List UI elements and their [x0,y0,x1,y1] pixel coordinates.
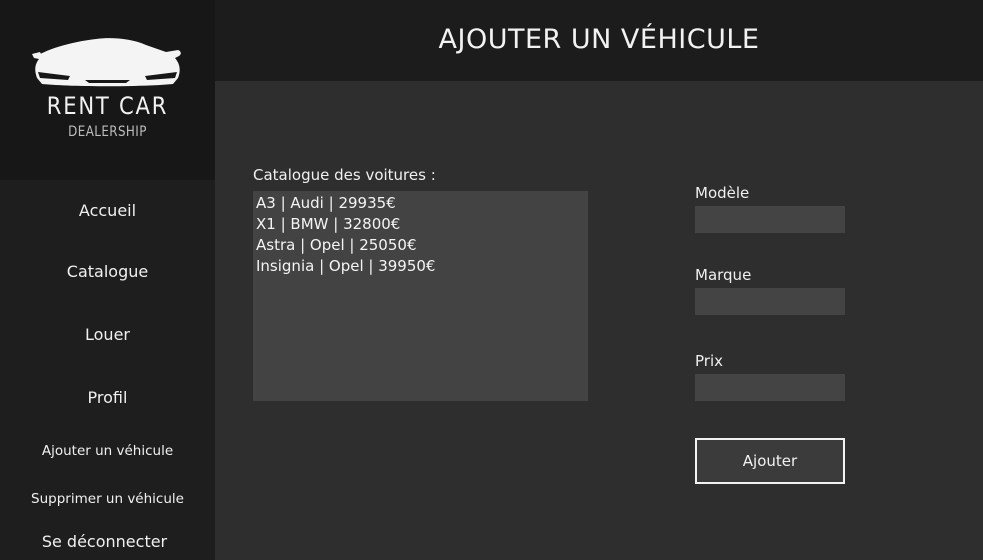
logo-subtitle: DEALERSHIP [68,124,147,140]
logo[interactable]: RENT CAR DEALERSHIP [0,0,215,180]
page-header: AJOUTER UN VÉHICULE [215,0,983,81]
nav-catalogue[interactable]: Catalogue [0,262,215,281]
nav-louer[interactable]: Louer [0,325,215,344]
nav-se-deconnecter[interactable]: Se déconnecter [0,532,212,551]
nav-supprimer-vehicule[interactable]: Supprimer un véhicule [0,491,215,507]
list-item[interactable]: A3 | Audi | 29935€ [256,193,585,214]
add-vehicle-button[interactable]: Ajouter [695,438,845,484]
price-input[interactable] [695,374,845,401]
price-label: Prix [695,352,723,370]
page-title: AJOUTER UN VÉHICULE [438,24,760,55]
logo-title: RENT CAR [46,92,169,120]
brand-label: Marque [695,266,752,284]
list-item[interactable]: Insignia | Opel | 39950€ [256,256,585,277]
model-input[interactable] [695,206,845,233]
nav-ajouter-vehicule[interactable]: Ajouter un véhicule [0,443,215,459]
car-logo-icon [32,38,181,87]
nav-accueil[interactable]: Accueil [0,201,215,220]
catalog-label: Catalogue des voitures : [253,166,436,184]
list-item[interactable]: X1 | BMW | 32800€ [256,214,585,235]
nav-profil[interactable]: Profil [0,388,215,407]
catalog-list[interactable]: A3 | Audi | 29935€ X1 | BMW | 32800€ Ast… [253,191,588,401]
sidebar: RENT CAR DEALERSHIP Accueil Catalogue Lo… [0,0,215,560]
list-item[interactable]: Astra | Opel | 25050€ [256,235,585,256]
model-label: Modèle [695,184,750,202]
brand-input[interactable] [695,288,845,315]
